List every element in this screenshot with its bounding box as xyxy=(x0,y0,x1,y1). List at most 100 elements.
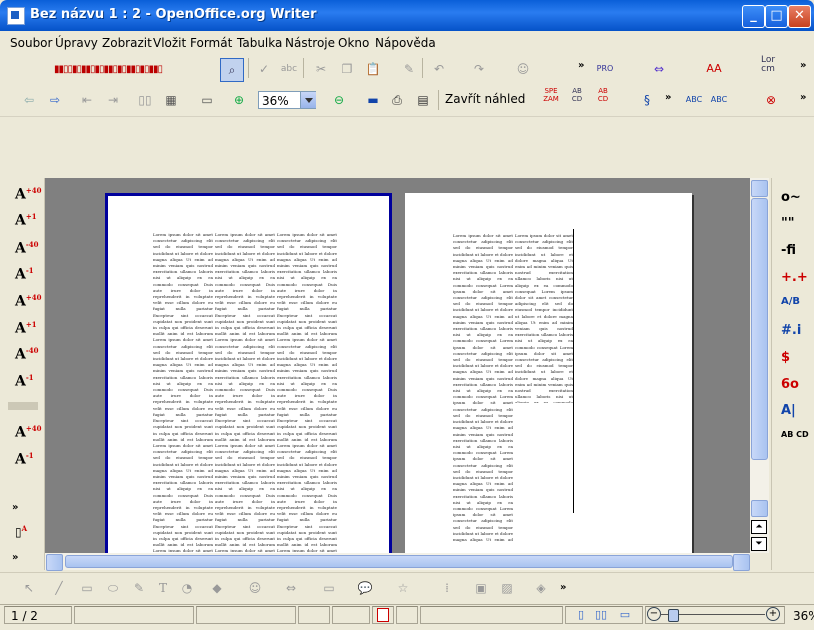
exchange-icon[interactable]: ⇔ xyxy=(648,58,670,80)
multi-page-view-icon[interactable]: ▯▯ xyxy=(590,604,612,626)
left-toolbar-splitter[interactable] xyxy=(8,402,38,410)
points-icon[interactable]: ⁞ xyxy=(436,577,458,599)
drawing-toolbar-overflow-chevron[interactable]: » xyxy=(560,582,566,593)
quotes-icon[interactable]: "" xyxy=(781,216,795,231)
undo-icon[interactable]: ↶ xyxy=(428,58,450,80)
menu-tabulka[interactable]: Tabulka xyxy=(237,36,282,50)
rectangle-icon[interactable]: ▭ xyxy=(76,577,98,599)
callouts-icon[interactable]: 💬 xyxy=(354,577,376,599)
page-indicator[interactable]: 1 / 2 xyxy=(11,609,38,623)
book-view-icon[interactable]: ▭ xyxy=(614,604,636,626)
stars-icon[interactable]: ☆ xyxy=(392,577,414,599)
redo-icon[interactable]: ↷ xyxy=(468,58,490,80)
toolbar-overflow-chevron-2[interactable]: » xyxy=(800,60,806,71)
next-page-icon[interactable]: ⇨ xyxy=(44,89,66,111)
text-color-icon[interactable]: AA xyxy=(703,58,725,80)
callout-icon[interactable]: ◔ xyxy=(176,577,198,599)
block-arrows-icon[interactable]: ⇔ xyxy=(280,577,302,599)
menu-soubor[interactable]: Soubor xyxy=(10,36,52,50)
fo-icon[interactable]: 6o xyxy=(781,377,799,392)
font-size-decrease-icon[interactable]: A-40 xyxy=(15,240,39,257)
close-button[interactable]: ✕ xyxy=(788,5,811,28)
abcd-icon-1[interactable]: AB CD xyxy=(566,87,588,109)
menu-format[interactable]: Formát xyxy=(190,36,232,50)
menu-vlozit[interactable]: Vložit xyxy=(153,36,186,50)
scroll-down-button[interactable] xyxy=(751,500,768,517)
flowchart-icon[interactable]: ▭ xyxy=(318,577,340,599)
font-size-increase-icon[interactable]: A+40 xyxy=(15,186,41,203)
font-size-step-icon[interactable]: A+1 xyxy=(15,212,37,229)
zoom-in-icon[interactable]: ⊕ xyxy=(228,89,250,111)
vertical-scroll-thumb[interactable] xyxy=(751,198,768,460)
first-page-icon[interactable]: ⇤ xyxy=(76,89,98,111)
status-cell-style[interactable] xyxy=(74,606,194,624)
abcd-icon-2[interactable]: AB CD xyxy=(592,87,614,109)
page-2[interactable]: Lorem ipsum dolor sit amet consectetur a… xyxy=(405,193,692,558)
full-screen-icon[interactable]: ▬ xyxy=(362,89,384,111)
status-cell-language[interactable] xyxy=(196,606,296,624)
scroll-up-button[interactable] xyxy=(751,180,768,197)
line-icon[interactable]: ╱ xyxy=(48,577,70,599)
zoom-percentage[interactable]: 36% xyxy=(793,609,814,623)
status-cell-insert[interactable] xyxy=(298,606,330,624)
hyphen-fi-icon[interactable]: -fi xyxy=(781,243,796,258)
format-abc-icon-2[interactable]: ABC xyxy=(708,89,730,111)
zoom-out-icon[interactable]: ⊖ xyxy=(328,89,350,111)
pro-icon[interactable]: PRO xyxy=(594,58,616,80)
spacing-increase-icon[interactable]: A+40 xyxy=(15,293,41,310)
insert-marker-icon[interactable]: +.+ xyxy=(781,270,808,285)
font-size-step-down-icon[interactable]: A-1 xyxy=(15,266,34,283)
cut-icon[interactable]: ✂ xyxy=(310,58,332,80)
toolbar-overflow-chevron-4[interactable]: » xyxy=(800,92,806,103)
scroll-left-button[interactable] xyxy=(46,554,63,571)
stop-icon[interactable]: ⊗ xyxy=(760,89,782,111)
print-options-icon[interactable]: ▤ xyxy=(412,89,434,111)
text-tool-icon[interactable]: T xyxy=(152,577,174,599)
paste-icon[interactable]: 📋 xyxy=(362,58,384,80)
multi-page-icon[interactable]: ▦ xyxy=(160,89,182,111)
lorem-icon[interactable]: Lor cm xyxy=(757,56,779,78)
minimize-button[interactable]: _ xyxy=(742,5,765,28)
kerning-decrease-icon[interactable]: A-1 xyxy=(15,451,34,468)
fontwork-icon[interactable]: ▣ xyxy=(470,577,492,599)
format-abc-icon-1[interactable]: ABC xyxy=(683,89,705,111)
spacing-decrease-icon[interactable]: A-40 xyxy=(15,346,39,363)
left-toolbar-overflow-chevron[interactable]: » xyxy=(12,502,18,513)
image-icon[interactable]: ▨ xyxy=(496,577,518,599)
copy-icon[interactable]: ❐ xyxy=(336,58,358,80)
book-preview-icon[interactable]: ▭ xyxy=(196,89,218,111)
extrusion-icon[interactable]: ◈ xyxy=(530,577,552,599)
format-paintbrush-icon[interactable]: ✎ xyxy=(398,58,420,80)
last-page-icon[interactable]: ⇥ xyxy=(102,89,124,111)
page-1[interactable]: Lorem ipsum dolor sit amet consectetur a… xyxy=(105,193,392,558)
single-page-view-icon[interactable]: ▯ xyxy=(570,604,592,626)
spacing-step-icon[interactable]: A+1 xyxy=(15,320,37,337)
basic-shapes-icon[interactable]: ◆ xyxy=(206,577,228,599)
previous-object-icon[interactable]: ⏶ xyxy=(751,520,767,534)
left-toolbar-overflow-chevron-2[interactable]: » xyxy=(12,552,18,563)
two-pages-icon[interactable]: ▯▯ xyxy=(134,89,156,111)
find-icon[interactable]: ⌕ xyxy=(220,58,244,82)
text-direction-icon[interactable]: ▯A xyxy=(15,524,27,539)
ellipse-icon[interactable]: ⬭ xyxy=(102,577,124,599)
toolbar-overflow-chevron-3[interactable]: » xyxy=(665,92,671,103)
menu-upravy[interactable]: Úpravy xyxy=(55,36,98,50)
zoom-dropdown-arrow[interactable] xyxy=(300,92,316,108)
navigator-icon[interactable]: ☺ xyxy=(512,58,534,80)
close-preview-button[interactable]: Zavřít náhled xyxy=(445,92,525,106)
menu-nastroje[interactable]: Nástroje xyxy=(285,36,335,50)
status-cell-selection[interactable] xyxy=(332,606,370,624)
abcd-replace-icon[interactable]: AB CD xyxy=(781,430,809,439)
toolbar-overflow-chevron[interactable]: » xyxy=(578,60,584,71)
spelling-icon[interactable]: SPE ZAM xyxy=(540,87,562,109)
hyphenation-icon[interactable]: § xyxy=(636,89,658,111)
spacing-step-down-icon[interactable]: A-1 xyxy=(15,373,34,390)
zoom-slider-knob[interactable] xyxy=(668,609,679,622)
kerning-increase-icon[interactable]: A+40 xyxy=(15,424,41,441)
symbol-shapes-icon[interactable]: ☺ xyxy=(244,577,266,599)
menu-okno[interactable]: Okno xyxy=(338,36,369,50)
zoom-out-slider-icon[interactable]: − xyxy=(647,607,661,621)
app-icon[interactable] xyxy=(7,7,25,25)
maximize-button[interactable]: □ xyxy=(765,5,788,28)
column-icon[interactable]: A| xyxy=(781,403,796,418)
